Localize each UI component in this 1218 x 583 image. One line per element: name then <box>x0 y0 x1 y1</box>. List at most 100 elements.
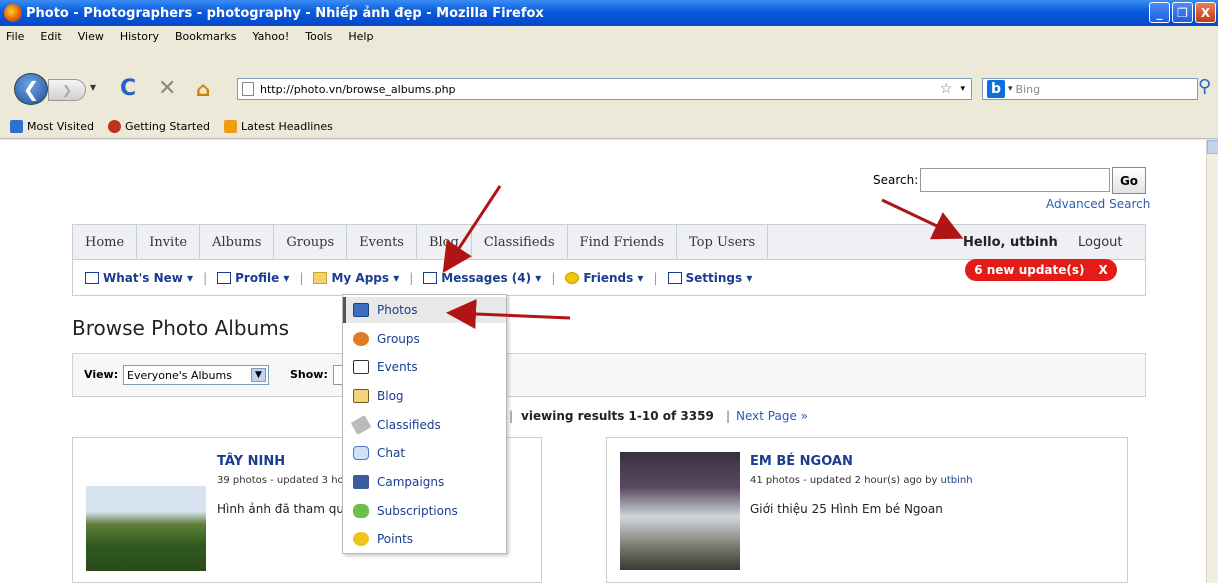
subnav-settings[interactable]: Settings ▾ <box>667 271 752 285</box>
site-search-go-button[interactable]: Go <box>1112 167 1146 194</box>
most-visited-icon <box>10 120 23 134</box>
reload-icon[interactable]: C <box>120 76 136 101</box>
bookmark-getting-started[interactable]: Getting Started <box>107 120 210 134</box>
calendar-icon <box>353 360 369 374</box>
album-description: Hình ảnh đã tham qua <box>217 502 352 516</box>
nav-events[interactable]: Events <box>347 224 417 260</box>
nav-groups[interactable]: Groups <box>274 224 348 260</box>
subnav-friends[interactable]: Friends ▾ <box>565 271 643 285</box>
menu-item-subscriptions[interactable]: Subscriptions <box>343 498 506 524</box>
firefox-bookmark-icon <box>107 120 121 134</box>
bookmark-latest-headlines[interactable]: Latest Headlines <box>224 120 333 134</box>
menu-item-events[interactable]: Events <box>343 354 506 380</box>
album-title[interactable]: EM BÉ NGOAN <box>750 454 853 469</box>
url-text: http://photo.vn/browse_albums.php <box>260 82 456 96</box>
menu-item-groups[interactable]: Groups <box>343 326 506 352</box>
advanced-search-link[interactable]: Advanced Search <box>1046 197 1150 211</box>
search-engine-box[interactable]: b ▾ Bing <box>982 78 1198 100</box>
stop-icon[interactable]: ✕ <box>158 76 176 101</box>
hello-user[interactable]: Hello, utbinh <box>963 235 1058 250</box>
subnav-whats-new[interactable]: What's New ▾ <box>85 271 193 285</box>
nav-home[interactable]: Home <box>73 224 138 260</box>
view-label: View: <box>84 368 119 381</box>
points-icon <box>353 532 369 546</box>
menu-bookmarks[interactable]: Bookmarks <box>175 30 236 43</box>
nav-classifieds[interactable]: Classifieds <box>472 224 568 260</box>
album-thumbnail[interactable] <box>620 452 740 570</box>
nav-invite[interactable]: Invite <box>137 224 201 260</box>
search-engine-placeholder: Bing <box>1015 82 1041 96</box>
campaigns-icon <box>353 475 369 489</box>
updates-close-icon[interactable]: X <box>1099 263 1108 277</box>
menu-item-classifieds[interactable]: Classifieds <box>343 412 506 438</box>
url-dropdown-icon[interactable]: ▾ <box>960 84 965 94</box>
menu-item-photos[interactable]: Photos <box>343 297 506 323</box>
folder-icon <box>313 272 328 284</box>
updates-badge[interactable]: 6 new update(s) X <box>965 259 1117 281</box>
menu-item-blog[interactable]: Blog <box>343 383 506 409</box>
nav-blog[interactable]: Blog <box>417 224 472 260</box>
window-title: Photo - Photographers - photography - Nh… <box>26 5 544 21</box>
history-dropdown-icon[interactable]: ▾ <box>90 80 96 94</box>
menu-file[interactable]: File <box>6 30 24 43</box>
minimize-button[interactable]: _ <box>1149 2 1170 23</box>
close-button[interactable]: X <box>1195 2 1216 23</box>
subnav-my-apps[interactable]: My Apps ▾ <box>313 271 399 285</box>
next-page-link[interactable]: Next Page » <box>736 409 808 423</box>
show-label: Show: <box>290 368 328 381</box>
chevron-down-icon[interactable]: ▼ <box>251 368 266 382</box>
menu-item-campaigns[interactable]: Campaigns <box>343 469 506 495</box>
menu-edit[interactable]: Edit <box>40 30 61 43</box>
chat-icon <box>353 446 369 460</box>
menu-item-points[interactable]: Points <box>343 526 506 552</box>
vertical-scrollbar[interactable] <box>1206 140 1218 583</box>
nav-find-friends[interactable]: Find Friends <box>568 224 678 260</box>
site-search-label: Search: <box>873 173 919 187</box>
album-thumbnail[interactable] <box>86 486 206 571</box>
firefox-logo-icon <box>4 4 22 22</box>
forward-button[interactable]: ❯ <box>48 79 86 101</box>
menu-help[interactable]: Help <box>348 30 373 43</box>
maximize-button[interactable]: ❐ <box>1172 2 1193 23</box>
settings-icon <box>667 272 682 284</box>
my-apps-dropdown: Photos Groups Events Blog Classifieds Ch… <box>342 294 507 554</box>
menu-bar: File Edit View History Bookmarks Yahoo! … <box>0 26 1218 46</box>
menu-tools[interactable]: Tools <box>305 30 332 43</box>
view-select[interactable]: Everyone's Albums ▼ <box>123 365 269 385</box>
subnav-messages[interactable]: Messages (4) ▾ <box>423 271 541 285</box>
menu-item-chat[interactable]: Chat <box>343 440 506 466</box>
rss-icon <box>224 120 237 134</box>
bookmark-most-visited[interactable]: Most Visited <box>10 120 94 134</box>
tag-icon <box>350 414 372 436</box>
home-icon[interactable]: ⌂ <box>196 77 210 101</box>
back-icon: ❮ <box>22 77 40 101</box>
window-controls: _ ❐ X <box>1149 2 1216 23</box>
search-go-icon[interactable]: ⚲ <box>1198 76 1211 97</box>
logout-link[interactable]: Logout <box>1078 235 1123 250</box>
subscriptions-icon <box>353 504 369 518</box>
bookmark-star-icon[interactable]: ☆ <box>940 81 953 97</box>
nav-top-users[interactable]: Top Users <box>677 224 769 260</box>
album-title[interactable]: TÂY NINH <box>217 454 285 469</box>
blog-pencil-icon <box>353 389 369 403</box>
bing-icon[interactable]: b <box>987 80 1005 98</box>
album-description: Giới thiệu 25 Hình Em bé Ngoan <box>750 502 943 516</box>
nav-albums[interactable]: Albums <box>200 224 275 260</box>
results-summary: | viewing results 1-10 of 3359 | <box>509 409 731 423</box>
album-user-link[interactable]: utbinh <box>941 475 973 486</box>
profile-icon <box>217 272 232 284</box>
bookmarks-toolbar: Most Visited Getting Started Latest Head… <box>0 115 1218 139</box>
search-engine-dropdown-icon[interactable]: ▾ <box>1008 84 1013 94</box>
url-bar[interactable]: http://photo.vn/browse_albums.php ☆ ▾ <box>237 78 972 100</box>
menu-history[interactable]: History <box>120 30 159 43</box>
envelope-icon <box>423 272 438 284</box>
menu-view[interactable]: View <box>78 30 104 43</box>
page-icon <box>242 82 254 96</box>
subnav-profile[interactable]: Profile ▾ <box>217 271 289 285</box>
site-search-input[interactable] <box>920 168 1110 192</box>
scroll-up-arrow-icon[interactable] <box>1207 140 1218 154</box>
photos-icon <box>353 303 369 317</box>
back-button[interactable]: ❮ <box>14 73 48 105</box>
menu-yahoo[interactable]: Yahoo! <box>252 30 289 43</box>
groups-icon <box>353 332 369 346</box>
